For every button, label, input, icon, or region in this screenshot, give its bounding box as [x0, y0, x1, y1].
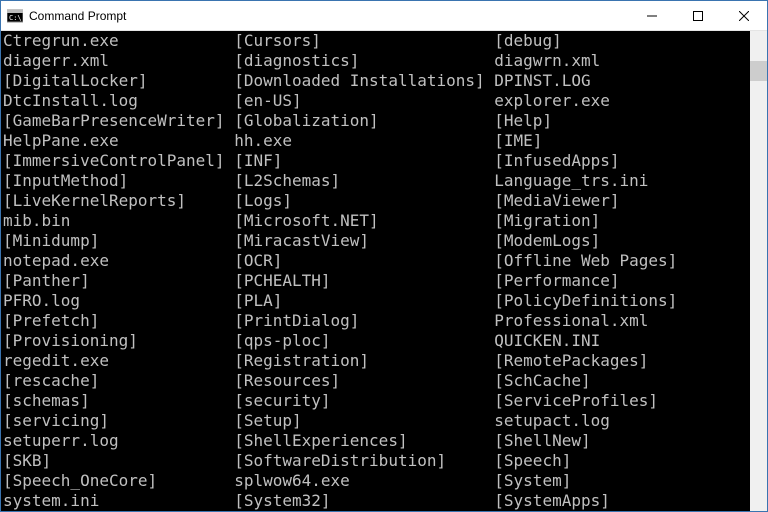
minimize-button[interactable]	[629, 1, 675, 31]
maximize-button[interactable]	[675, 1, 721, 31]
console-client-area: Ctregrun.exe [Cursors] [debug] diagerr.x…	[1, 31, 767, 511]
svg-text:C:\: C:\	[9, 14, 22, 22]
scrollbar-thumb[interactable]	[750, 61, 767, 81]
window-title: Command Prompt	[29, 9, 126, 23]
close-button[interactable]	[721, 1, 767, 31]
command-prompt-window: C:\ Command Prompt Ctregrun.exe [Cursors…	[0, 0, 768, 512]
titlebar[interactable]: C:\ Command Prompt	[1, 1, 767, 31]
vertical-scrollbar[interactable]	[750, 31, 767, 511]
console-output[interactable]: Ctregrun.exe [Cursors] [debug] diagerr.x…	[1, 31, 750, 511]
app-icon: C:\	[7, 8, 23, 24]
